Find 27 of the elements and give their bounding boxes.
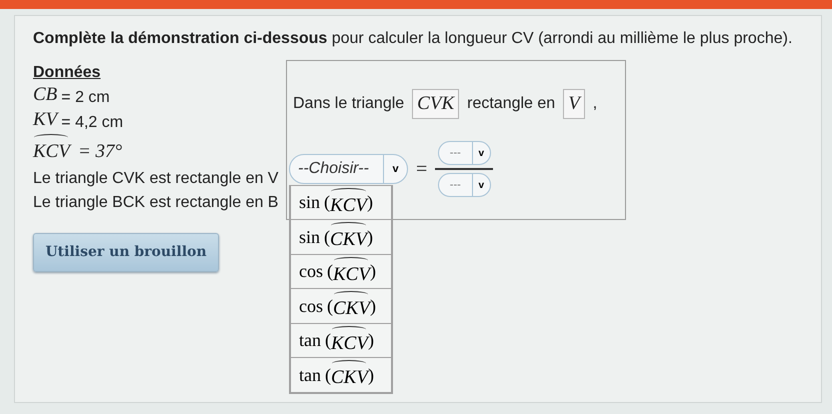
vertex-answer-box: V	[563, 88, 585, 120]
comma-text: ,	[592, 94, 598, 114]
dropdown-option[interactable]: tan (KCV)	[290, 322, 392, 359]
numerator-dropdown[interactable]: --- v	[438, 141, 491, 166]
fraction-bar	[435, 168, 494, 170]
equals-sign: =	[416, 157, 428, 182]
given-text: Le triangle CVK est rectangle en V	[33, 168, 278, 189]
denominator-dropdown[interactable]: --- v	[438, 173, 491, 198]
dropdown-option[interactable]: sin (KCV)	[290, 184, 392, 221]
ratio-dropdown[interactable]: --Choisir-- v	[289, 154, 408, 184]
statement-text: Dans le triangle	[293, 94, 404, 114]
angle-symbol: KCV	[33, 141, 70, 162]
math-symbol: KV	[33, 108, 58, 132]
instruction-text: Complète la démonstration ci-dessous pour calculer la longueur CV (arrondi au millième le plus proche).	[33, 29, 792, 49]
given-value: = 37°	[78, 140, 122, 164]
dropdown-option[interactable]: tan (CKV)	[290, 357, 392, 394]
given-value: = 2 cm	[61, 88, 110, 108]
dropdown-option[interactable]: cos (KCV)	[290, 254, 392, 290]
triangle-answer-box: CVK	[412, 88, 460, 120]
dropdown-option[interactable]: sin (CKV)	[290, 219, 392, 256]
statement-text: rectangle en	[467, 94, 556, 114]
draft-button[interactable]: Utiliser un brouillon	[33, 232, 219, 272]
given-value: = 4,2 cm	[61, 112, 124, 133]
given-text: Le triangle BCK est rectangle en B	[33, 192, 278, 213]
givens-heading: Données	[33, 62, 101, 83]
dropdown-option[interactable]: cos (CKV)	[290, 288, 392, 324]
math-symbol: CB	[33, 83, 58, 108]
